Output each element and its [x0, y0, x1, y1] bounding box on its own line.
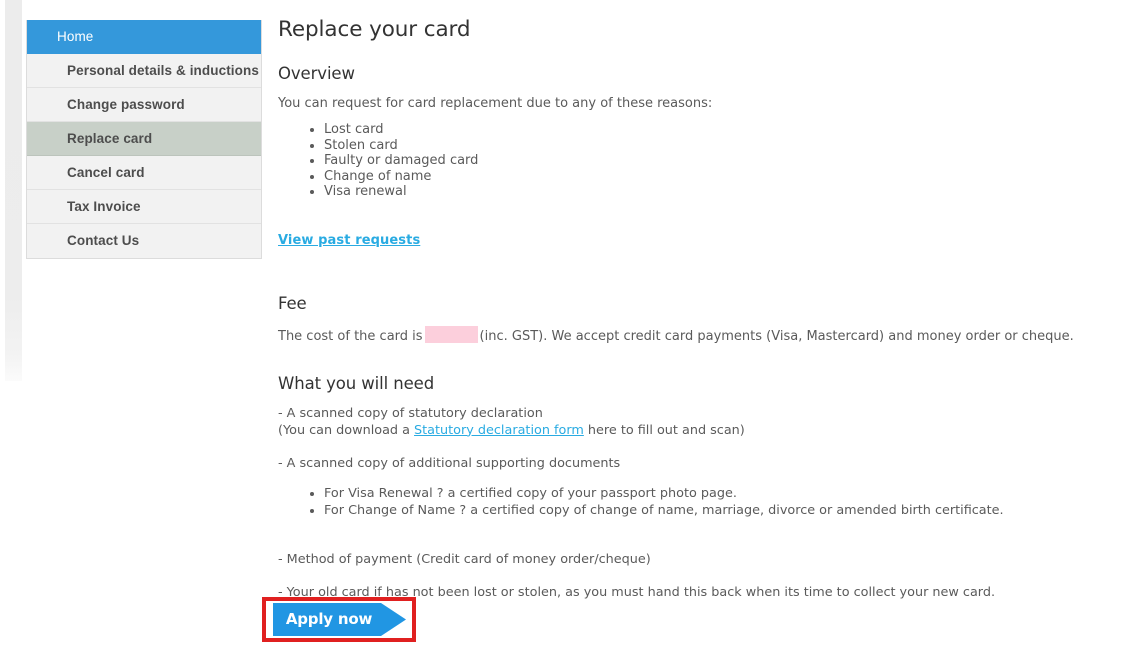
- sidebar-item-cancel-card[interactable]: Cancel card: [27, 156, 261, 190]
- sidebar-item-home[interactable]: Home: [27, 20, 261, 54]
- apply-now-button[interactable]: Apply now: [273, 603, 406, 636]
- what-you-need-block: - A scanned copy of statutory declaratio…: [278, 406, 1038, 602]
- need-line-method-of-payment: - Method of payment (Credit card of mone…: [278, 551, 651, 567]
- list-item: For Change of Name ? a certified copy of…: [324, 502, 1038, 520]
- need-line-statutory-declaration: - A scanned copy of statutory declaratio…: [278, 406, 543, 421]
- download-text-after: here to fill out and scan): [583, 422, 745, 438]
- list-item: Stolen card: [324, 138, 1118, 154]
- what-you-need-section-title: What you will need: [278, 374, 435, 393]
- view-past-requests-link[interactable]: View past requests: [278, 233, 420, 248]
- sidebar-item-label: Tax Invoice: [67, 199, 141, 214]
- list-item: Lost card: [324, 122, 1118, 138]
- overview-intro-text: You can request for card replacement due…: [278, 96, 713, 111]
- page-title: Replace your card: [278, 17, 471, 42]
- sidebar-item-contact-us[interactable]: Contact Us: [27, 224, 261, 258]
- sidebar-item-label: Cancel card: [67, 165, 145, 180]
- list-item: For Visa Renewal ? a certified copy of y…: [324, 485, 1038, 503]
- list-item: Faulty or damaged card: [324, 153, 1118, 169]
- sidebar-item-label: Replace card: [67, 131, 153, 146]
- download-text-before: (You can download a: [278, 422, 415, 438]
- redacted-price-box: [424, 326, 478, 343]
- sidebar-item-tax-invoice[interactable]: Tax Invoice: [27, 190, 261, 224]
- main-content: Replace your card Overview You can reque…: [278, 0, 1118, 600]
- sidebar-item-label: Home: [57, 29, 94, 44]
- overview-section-title: Overview: [278, 64, 355, 83]
- fee-text-after: (inc. GST). We accept credit card paymen…: [479, 329, 1074, 344]
- sidebar-item-label: Contact Us: [67, 233, 140, 248]
- sidebar-item-label: Change password: [67, 97, 185, 112]
- fee-description: The cost of the card is (inc. GST). We ac…: [278, 326, 1074, 344]
- need-line-download-form: (You can download a Statutory declaratio…: [278, 423, 1038, 440]
- fee-section-title: Fee: [278, 294, 307, 313]
- sidebar-item-personal-details[interactable]: Personal details & inductions: [27, 54, 261, 88]
- sidebar-item-change-password[interactable]: Change password: [27, 88, 261, 122]
- apply-now-label: Apply now: [285, 610, 373, 628]
- left-decorative-strip: [5, 0, 22, 381]
- fee-text-before: The cost of the card is: [278, 329, 423, 344]
- sidebar-item-replace-card[interactable]: Replace card: [27, 122, 261, 156]
- list-item: Visa renewal: [324, 184, 1118, 200]
- supporting-documents-list: For Visa Renewal ? a certified copy of y…: [278, 473, 1038, 520]
- statutory-declaration-form-link[interactable]: Statutory declaration form: [414, 423, 584, 438]
- sidebar-item-label: Personal details & inductions: [67, 63, 259, 78]
- list-item: Change of name: [324, 169, 1118, 185]
- need-line-supporting-documents: - A scanned copy of additional supportin…: [278, 456, 621, 471]
- replacement-reasons-list: Lost card Stolen card Faulty or damaged …: [278, 112, 1118, 200]
- sidebar-navigation: Home Personal details & inductions Chang…: [26, 20, 262, 259]
